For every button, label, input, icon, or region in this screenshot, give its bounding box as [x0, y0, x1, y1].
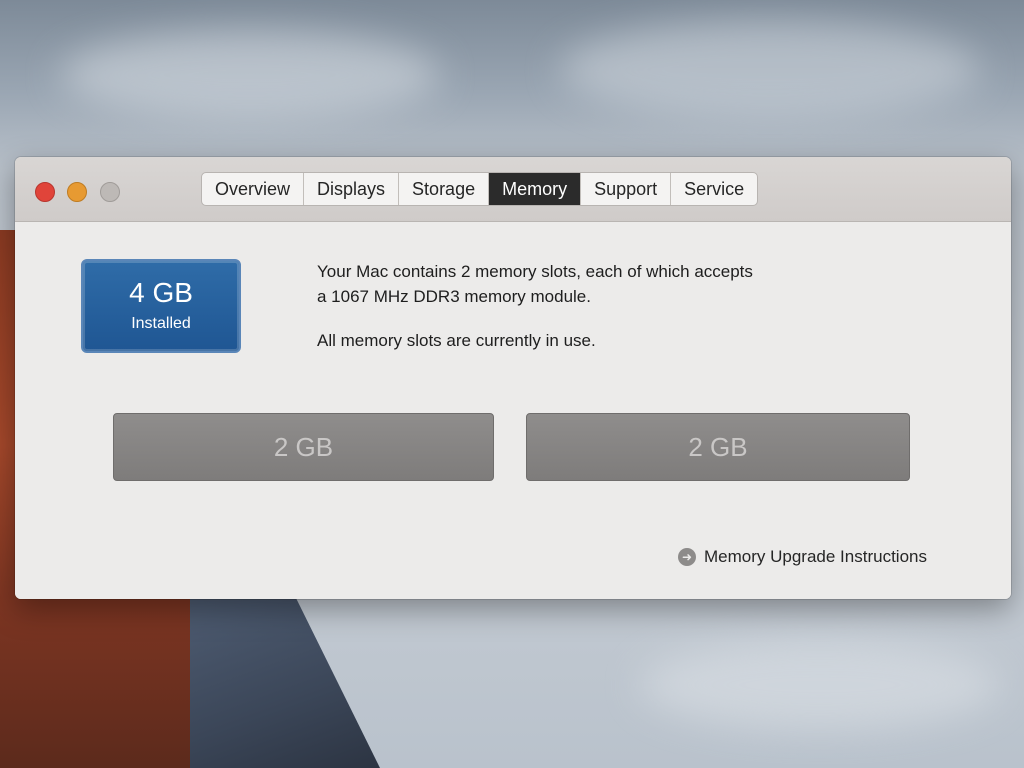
tab-memory[interactable]: Memory	[489, 173, 582, 205]
title-bar[interactable]: Overview Displays Storage Memory Support…	[15, 157, 1011, 222]
memory-description-line1: Your Mac contains 2 memory slots, each o…	[317, 262, 753, 281]
memory-description: Your Mac contains 2 memory slots, each o…	[317, 259, 937, 353]
tab-support[interactable]: Support	[581, 173, 672, 205]
memory-upgrade-instructions-link[interactable]: ➜ Memory Upgrade Instructions	[678, 545, 927, 569]
tab-service[interactable]: Service	[671, 173, 757, 205]
zoom-button[interactable]	[100, 182, 120, 202]
tab-overview[interactable]: Overview	[202, 173, 305, 205]
installed-memory-badge: 4 GB Installed	[81, 259, 241, 353]
background-cloud	[560, 20, 980, 120]
background-cloud	[60, 30, 440, 120]
memory-slot-1: 2 GB	[113, 413, 494, 481]
tab-storage[interactable]: Storage	[399, 173, 490, 205]
memory-slots-status: All memory slots are currently in use.	[317, 331, 596, 350]
installed-memory-amount: 4 GB	[129, 277, 193, 308]
background-cloud	[640, 640, 1000, 730]
minimize-button[interactable]	[67, 182, 87, 202]
about-this-mac-window: Overview Displays Storage Memory Support…	[15, 157, 1011, 599]
memory-upgrade-instructions-label: Memory Upgrade Instructions	[704, 547, 927, 566]
desktop-wallpaper-mountain	[190, 595, 380, 768]
memory-panel: 4 GB Installed Your Mac contains 2 memor…	[15, 222, 1011, 599]
tab-displays[interactable]: Displays	[304, 173, 400, 205]
close-button[interactable]	[35, 182, 55, 202]
memory-description-line2: a 1067 MHz DDR3 memory module.	[317, 287, 591, 306]
installed-memory-label: Installed	[131, 315, 191, 332]
tab-bar: Overview Displays Storage Memory Support…	[201, 172, 759, 206]
arrow-circle-icon: ➜	[678, 548, 696, 566]
memory-slot-2: 2 GB	[526, 413, 910, 481]
